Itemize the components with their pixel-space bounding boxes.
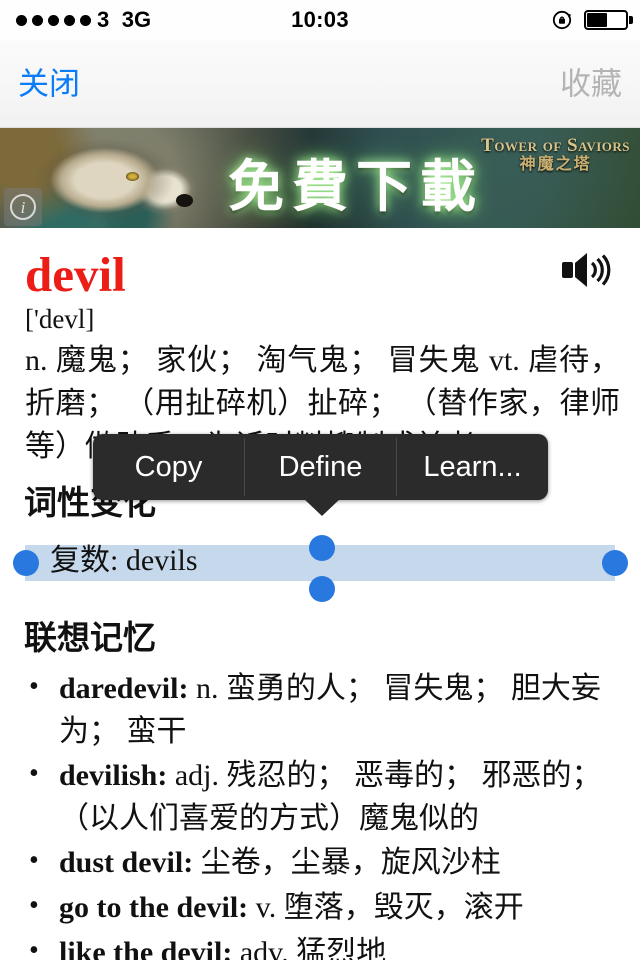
copy-button[interactable]: Copy — [93, 434, 244, 500]
mnemonic-term: go to the devil: — [59, 890, 249, 924]
selection-handle-top[interactable] — [309, 535, 335, 561]
mnemonic-term: dust devil: — [59, 846, 194, 880]
list-item[interactable]: like the devil: adv. 猛烈地 — [25, 931, 625, 960]
selection-handle-left[interactable] — [13, 550, 39, 576]
favorite-button[interactable]: 收藏 — [560, 68, 622, 99]
mnemonic-gloss: v. 堕落，毁灭，滚开 — [248, 890, 524, 924]
phonetic-transcription: ['devl] — [25, 304, 95, 334]
dictionary-screen: 3 3G 10:03 关闭 收藏 免費下載 Tower of Saviors 神… — [0, 0, 640, 960]
status-bar-right — [552, 9, 633, 31]
mnemonic-gloss: adv. 猛烈地 — [232, 935, 387, 960]
mnemonic-term: daredevil: — [59, 672, 189, 705]
ad-logo: Tower of Saviors 神魔之塔 — [481, 136, 630, 174]
ad-banner[interactable]: 免費下載 Tower of Saviors 神魔之塔 i — [0, 128, 640, 228]
speaker-icon[interactable] — [560, 250, 614, 290]
define-button[interactable]: Define — [245, 434, 396, 500]
section-heading-mnemonic: 联想记忆 — [24, 619, 156, 656]
text-selection-menu: Copy Define Learn... — [93, 434, 548, 500]
close-button[interactable]: 关闭 — [18, 68, 80, 99]
ad-logo-cn: 神魔之塔 — [519, 155, 592, 173]
navigation-bar: 关闭 收藏 — [0, 40, 640, 128]
inflection-item[interactable]: 复数: devils — [50, 543, 198, 579]
menu-pointer-arrow — [303, 498, 341, 516]
ad-info-button[interactable]: i — [4, 188, 42, 226]
entry-content: devil ['devl] n. 魔鬼； 家伙； 淘气鬼； 冒失鬼 vt. 虐待… — [0, 228, 640, 960]
mnemonic-gloss: 尘卷，尘暴，旋风沙柱 — [193, 846, 501, 880]
list-item[interactable]: daredevil: n. 蛮勇的人； 冒失鬼； 胆大妄为； 蛮干 — [25, 667, 625, 753]
ad-artwork-eye — [126, 172, 139, 181]
rotation-lock-icon — [552, 9, 574, 31]
mnemonic-list: daredevil: n. 蛮勇的人； 冒失鬼； 胆大妄为； 蛮干 devili… — [25, 667, 625, 960]
ad-headline: 免費下載 — [228, 154, 484, 220]
list-item[interactable]: devilish: adj. 残忍的； 恶毒的； 邪恶的； （以人们喜爱的方式）… — [25, 754, 625, 840]
list-item[interactable]: dust devil: 尘卷，尘暴，旋风沙柱 — [25, 841, 625, 885]
ad-artwork-nose — [176, 194, 193, 207]
battery-icon — [584, 10, 633, 30]
learn-button[interactable]: Learn... — [397, 434, 548, 500]
selection-handle-right[interactable] — [602, 550, 628, 576]
list-item[interactable]: go to the devil: v. 堕落，毁灭，滚开 — [25, 886, 625, 930]
selection-handle-bottom[interactable] — [309, 576, 335, 602]
status-bar-clock: 10:03 — [291, 7, 349, 32]
status-bar: 3 3G 10:03 — [0, 0, 640, 40]
info-icon: i — [10, 194, 36, 220]
headword: devil — [25, 247, 126, 302]
ad-logo-en: Tower of Saviors — [481, 135, 630, 156]
mnemonic-term: devilish: — [59, 759, 168, 793]
mnemonic-term: like the devil: — [59, 935, 233, 960]
